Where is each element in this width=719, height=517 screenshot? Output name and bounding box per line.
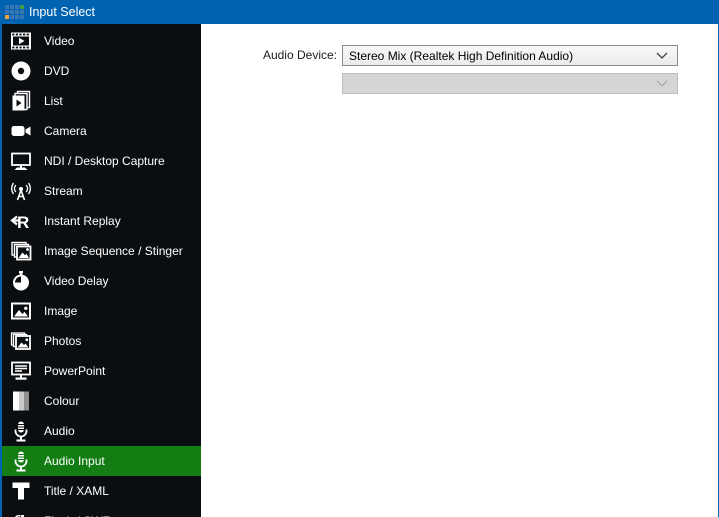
audio-device-label: Audio Device: xyxy=(262,48,337,62)
sidebar-item-title-xaml[interactable]: Title / XAML xyxy=(2,476,201,506)
sidebar-item-list[interactable]: List xyxy=(2,86,201,116)
sidebar-item-ndi-desktop-capture[interactable]: NDI / Desktop Capture xyxy=(2,146,201,176)
sidebar-item-dvd[interactable]: DVD xyxy=(2,56,201,86)
sidebar-item-audio[interactable]: Audio xyxy=(2,416,201,446)
sidebar-item-colour[interactable]: Colour xyxy=(2,386,201,416)
sidebar-item-stream[interactable]: Stream xyxy=(2,176,201,206)
disc-icon xyxy=(9,59,33,83)
sidebar-item-label: Camera xyxy=(44,124,87,138)
titlebar: Input Select xyxy=(0,0,719,24)
sidebar-item-label: List xyxy=(44,94,63,108)
svg-text:fl: fl xyxy=(12,512,25,517)
sidebar-item-powerpoint[interactable]: PowerPoint xyxy=(2,356,201,386)
microphone-icon xyxy=(9,419,33,443)
sidebar-item-label: Audio xyxy=(44,424,75,438)
title-t-icon xyxy=(9,479,33,503)
sidebar: Video DVD List Camera NDI / Desktop Capt… xyxy=(2,24,201,517)
microphone-icon xyxy=(9,449,33,473)
camera-icon xyxy=(9,119,33,143)
replay-icon: R xyxy=(9,209,33,233)
vmix-logo-icon xyxy=(5,5,24,19)
sidebar-item-label: Image xyxy=(44,304,78,318)
sidebar-item-video[interactable]: Video xyxy=(2,26,201,56)
sidebar-item-label: Stream xyxy=(44,184,83,198)
image-icon xyxy=(9,299,33,323)
window-content: Video DVD List Camera NDI / Desktop Capt… xyxy=(0,24,719,517)
sidebar-item-label: NDI / Desktop Capture xyxy=(44,154,165,168)
sidebar-item-label: Title / XAML xyxy=(44,484,109,498)
svg-text:R: R xyxy=(17,213,29,232)
input-select-window: Input Select Video DVD List Camera NDI /… xyxy=(0,0,719,517)
chevron-down-icon xyxy=(656,52,670,59)
chevron-down-icon xyxy=(656,80,670,87)
sidebar-item-label: Instant Replay xyxy=(44,214,121,228)
monitor-icon xyxy=(9,149,33,173)
sidebar-item-image[interactable]: Image xyxy=(2,296,201,326)
window-title: Input Select xyxy=(29,5,96,19)
list-play-icon xyxy=(9,89,33,113)
sidebar-item-label: Colour xyxy=(44,394,80,408)
presentation-icon xyxy=(9,359,33,383)
sidebar-item-label: Video Delay xyxy=(44,274,109,288)
sidebar-item-camera[interactable]: Camera xyxy=(2,116,201,146)
sidebar-item-image-sequence-stinger[interactable]: Image Sequence / Stinger xyxy=(2,236,201,266)
photos-icon xyxy=(9,329,33,353)
stopwatch-icon xyxy=(9,269,33,293)
sidebar-item-video-delay[interactable]: Video Delay xyxy=(2,266,201,296)
sidebar-item-label: Image Sequence / Stinger xyxy=(44,244,183,258)
sidebar-item-label: Video xyxy=(44,34,75,48)
sidebar-item-audio-input[interactable]: Audio Input xyxy=(2,446,201,476)
sidebar-item-instant-replay[interactable]: R Instant Replay xyxy=(2,206,201,236)
sidebar-item-label: Photos xyxy=(44,334,82,348)
audio-device-dropdown[interactable]: Stereo Mix (Realtek High Definition Audi… xyxy=(342,45,678,66)
film-strip-icon xyxy=(9,29,33,53)
main-panel: Audio Device: Stereo Mix (Realtek High D… xyxy=(201,24,718,517)
flash-icon: fl xyxy=(9,509,33,517)
sidebar-item-label: DVD xyxy=(44,64,70,78)
secondary-device-dropdown xyxy=(342,73,678,94)
colour-swatch-icon xyxy=(9,389,33,413)
antenna-icon xyxy=(9,179,33,203)
sidebar-item-flash-swf[interactable]: fl Flash / SWF xyxy=(2,506,201,517)
audio-device-value: Stereo Mix (Realtek High Definition Audi… xyxy=(349,48,574,63)
sidebar-item-label: Audio Input xyxy=(44,454,105,468)
sidebar-item-photos[interactable]: Photos xyxy=(2,326,201,356)
image-stack-icon xyxy=(9,239,33,263)
sidebar-item-label: PowerPoint xyxy=(44,364,106,378)
